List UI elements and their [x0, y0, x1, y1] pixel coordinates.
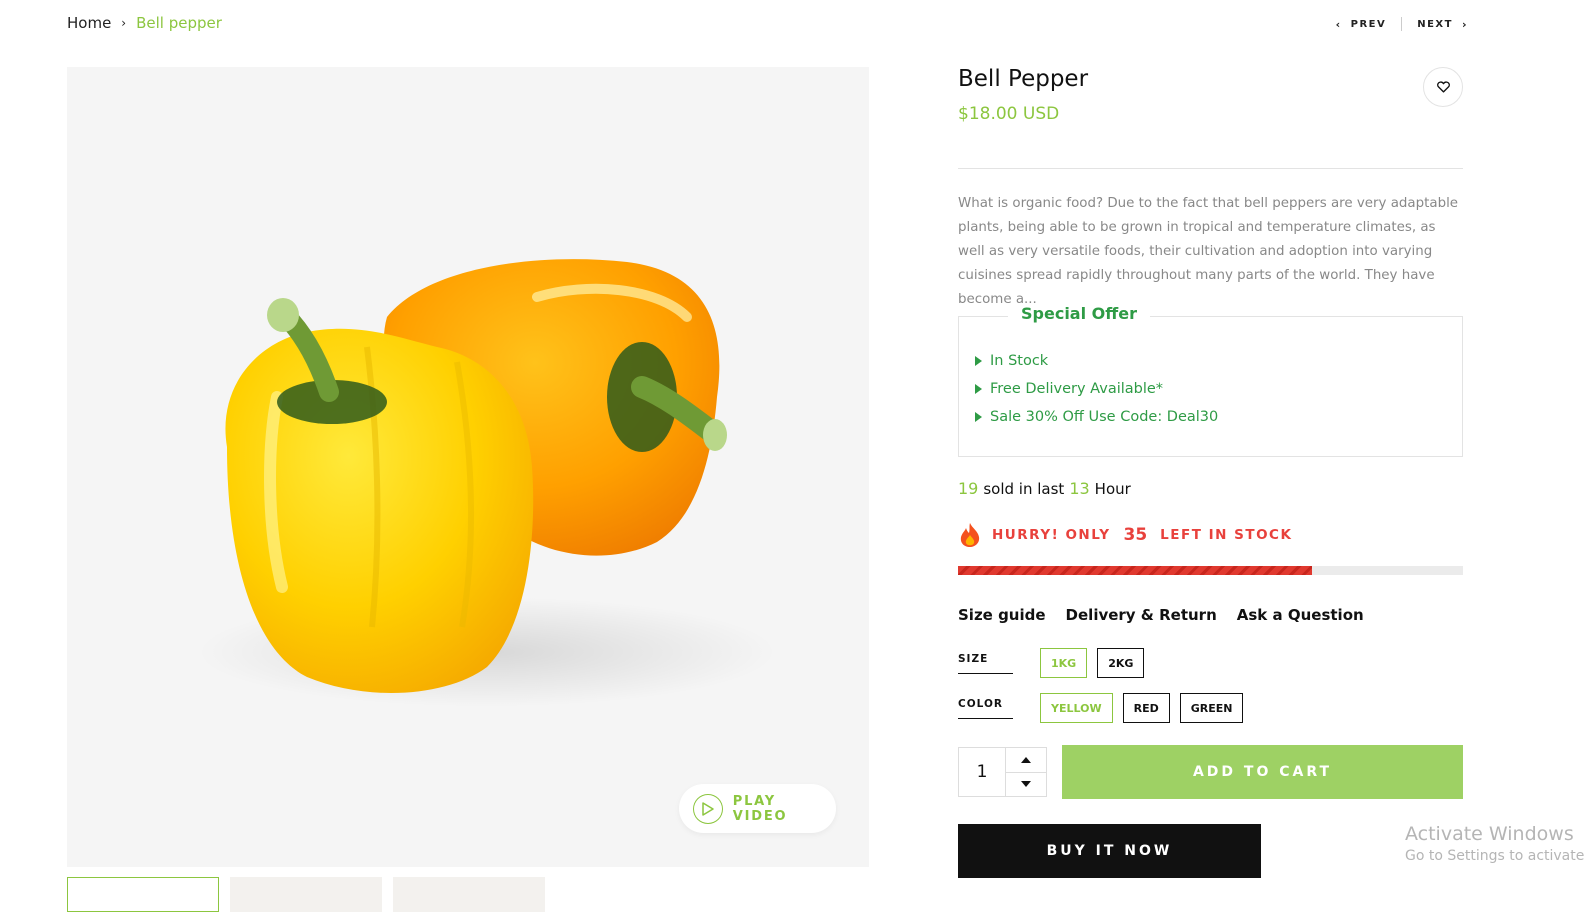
thumbnail-3[interactable] [393, 877, 545, 912]
buy-it-now-button[interactable]: BUY IT NOW [958, 824, 1261, 878]
add-to-cart-button[interactable]: ADD TO CART [1062, 745, 1463, 799]
bell-pepper-image [197, 259, 777, 707]
next-product-link[interactable]: NEXT › [1417, 18, 1468, 31]
ask-question-link[interactable]: Ask a Question [1237, 606, 1364, 624]
color-option-red[interactable]: RED [1122, 693, 1170, 723]
size-label: SIZE [958, 653, 1013, 674]
size-selector: SIZE 1KG 2KG [958, 648, 1154, 678]
breadcrumb-current: Bell pepper [136, 14, 222, 32]
product-description: What is organic food? Due to the fact th… [958, 196, 1459, 307]
product-pager: ‹ PREV NEXT › [1336, 17, 1468, 31]
delivery-return-link[interactable]: Delivery & Return [1066, 606, 1217, 624]
heart-icon [1436, 81, 1450, 93]
color-option-yellow[interactable]: YELLOW [1040, 693, 1113, 723]
offer-item-text: Sale 30% Off Use Code: Deal30 [990, 409, 1219, 425]
chevron-right-icon: › [1461, 17, 1468, 31]
special-offer-list: In Stock Free Delivery Available* Sale 3… [975, 347, 1218, 431]
triangle-bullet-icon [975, 356, 982, 366]
color-selector: COLOR YELLOW RED GREEN [958, 693, 1253, 723]
quantity-decrease-button[interactable] [1006, 773, 1046, 797]
sold-count: 19 [958, 479, 979, 498]
sold-unit: Hour [1094, 480, 1131, 498]
caret-down-icon [1021, 781, 1031, 788]
stock-suffix: LEFT IN STOCK [1160, 527, 1293, 543]
size-option-1kg[interactable]: 1KG [1040, 648, 1088, 678]
list-item: Free Delivery Available* [975, 375, 1218, 403]
offer-item-text: Free Delivery Available* [990, 381, 1164, 397]
product-image-gallery[interactable]: PLAY VIDEO [67, 67, 869, 867]
play-icon [693, 793, 723, 824]
breadcrumb: Home › Bell pepper [67, 14, 222, 32]
product-title: Bell Pepper [958, 66, 1089, 92]
play-video-label: PLAY VIDEO [732, 793, 788, 824]
thumbnail-2[interactable] [230, 877, 382, 912]
size-guide-link[interactable]: Size guide [958, 606, 1046, 624]
list-item: Sale 30% Off Use Code: Deal30 [975, 403, 1218, 431]
next-label: NEXT [1417, 18, 1453, 30]
offer-item-text: In Stock [990, 353, 1049, 369]
play-video-button[interactable]: PLAY VIDEO [679, 784, 836, 833]
triangle-bullet-icon [975, 412, 982, 422]
caret-up-icon [1021, 756, 1031, 763]
sold-hours: 13 [1069, 479, 1090, 498]
product-price: $18.00 USD [958, 104, 1060, 124]
quantity-stepper: 1 [958, 747, 1047, 797]
quantity-increase-button[interactable] [1006, 748, 1046, 773]
prev-product-link[interactable]: ‹ PREV [1336, 18, 1387, 31]
windows-activation-watermark: Activate Windows Go to Settings to activ… [1405, 823, 1584, 864]
fire-icon [960, 523, 980, 547]
stock-progress-bar [958, 566, 1463, 575]
quantity-input[interactable]: 1 [959, 748, 1006, 796]
sold-counter: 19 sold in last 13 Hour [958, 479, 1131, 498]
triangle-bullet-icon [975, 384, 982, 394]
stock-alert: HURRY! ONLY 35 LEFT IN STOCK [958, 522, 1292, 548]
special-offer-title: Special Offer [1008, 304, 1150, 323]
thumbnail-strip [67, 877, 545, 912]
list-item: In Stock [975, 347, 1218, 375]
chevron-left-icon: ‹ [1335, 17, 1342, 31]
wishlist-button[interactable] [1423, 67, 1463, 107]
watermark-line-1: Activate Windows [1405, 823, 1574, 845]
info-links: Size guide Delivery & Return Ask a Quest… [958, 606, 1364, 624]
stock-progress-fill [958, 566, 1312, 575]
thumbnail-1[interactable] [67, 877, 219, 912]
size-option-2kg[interactable]: 2KG [1097, 648, 1145, 678]
watermark-line-2: Go to Settings to activate Windows. [1405, 848, 1584, 864]
sold-text: sold in last [983, 480, 1065, 498]
divider [958, 168, 1463, 169]
breadcrumb-home-link[interactable]: Home [67, 14, 111, 32]
chevron-right-icon: › [121, 16, 127, 30]
pager-divider [1401, 17, 1403, 31]
color-label: COLOR [958, 698, 1013, 719]
prev-label: PREV [1350, 18, 1387, 30]
color-option-green[interactable]: GREEN [1179, 693, 1244, 723]
stock-count: 35 [1123, 525, 1148, 545]
stock-prefix: HURRY! ONLY [992, 527, 1111, 543]
